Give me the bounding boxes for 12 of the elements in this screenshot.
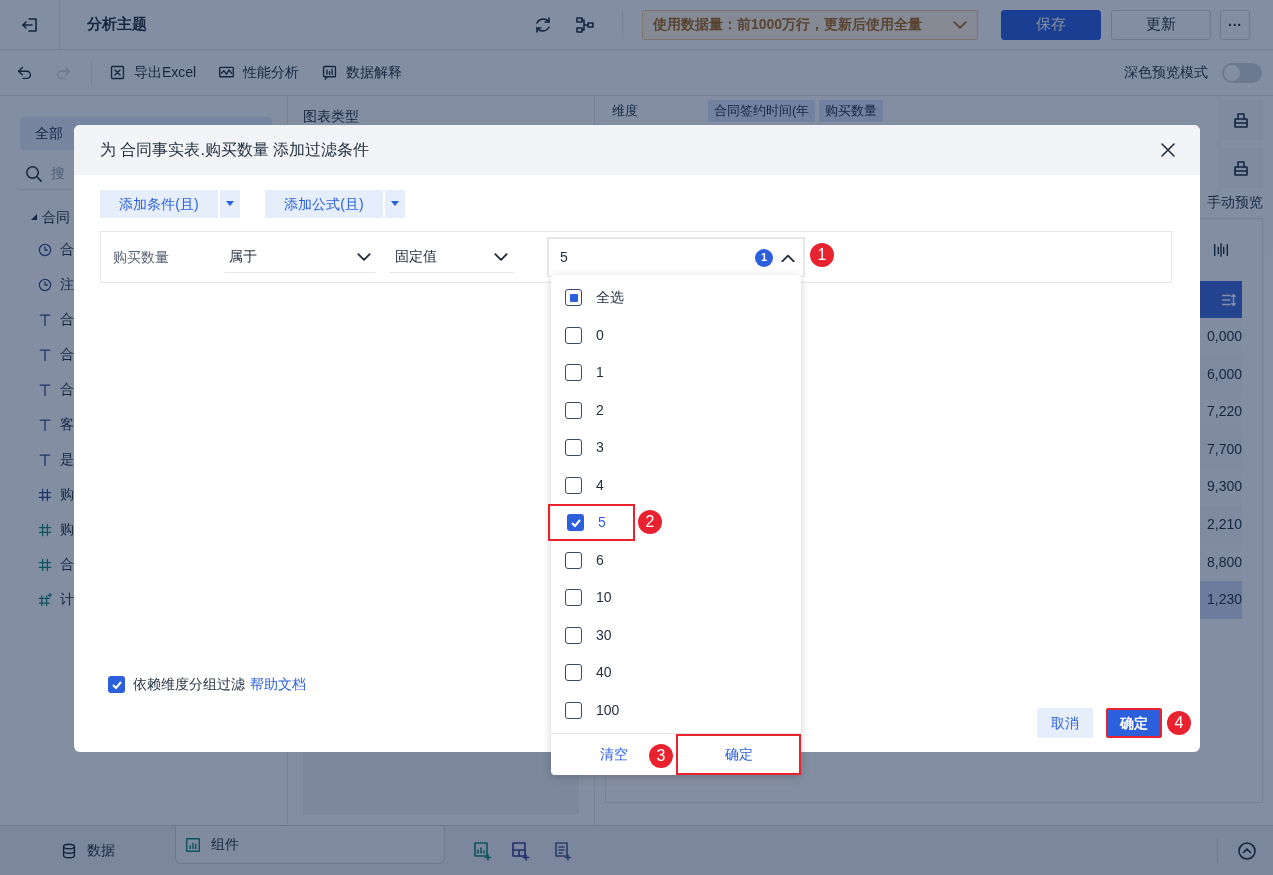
value-cell: 6,000 [1200, 355, 1242, 394]
value-cell: 7,700 [1200, 430, 1242, 469]
condition-field: 购买数量 [113, 246, 225, 268]
dialog-title: 为 合同事实表.购买数量 添加过滤条件 [100, 140, 370, 160]
value-cell: 1,230 [1200, 581, 1242, 619]
count-badge: 1 [755, 248, 773, 267]
value-cell: 2,210 [1200, 505, 1242, 544]
dark-preview-label: 深色预览模式 [1124, 63, 1208, 82]
manual-preview-label: 手动预览 [1207, 193, 1263, 212]
page-title: 分析主题 [87, 14, 147, 35]
panel-heading: 图表类型 [303, 108, 360, 124]
dimension-label: 维度 [612, 102, 639, 120]
